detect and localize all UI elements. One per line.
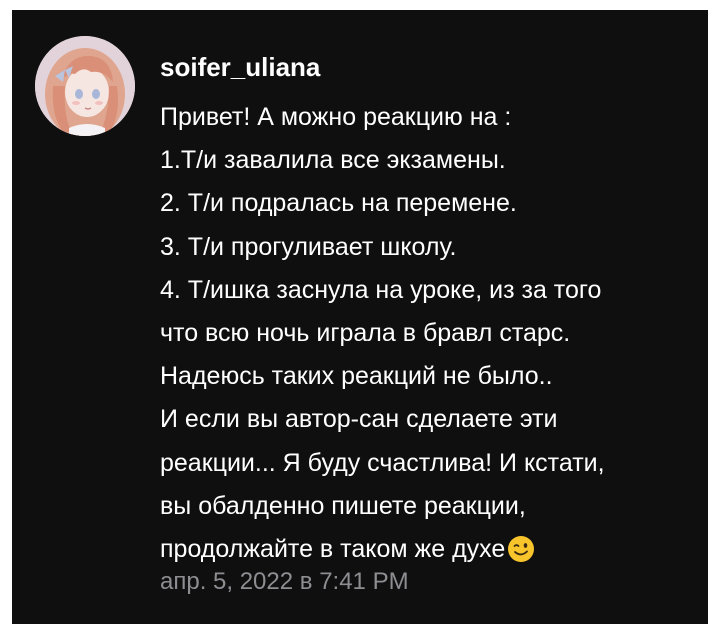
comment-card: soifer_uliana Привет! А можно реакцию на… xyxy=(12,10,708,624)
comment-timestamp: апр. 5, 2022 в 7:41 PM xyxy=(160,568,409,595)
comment-line: И если вы автор-сан сделаете эти xyxy=(160,405,558,434)
comment-line: 2. Т/и подралась на перемене. xyxy=(160,189,517,218)
comment-line: реакции... Я буду счастлива! И кстати, xyxy=(160,448,605,477)
comment-line: 1.Т/и завалила все экзамены. xyxy=(160,146,506,175)
winking-face-emoji-icon xyxy=(507,534,535,577)
user-avatar-icon[interactable] xyxy=(35,36,135,136)
comment-line: что всю ночь играла в бравл старс. xyxy=(160,319,571,348)
comment-line: вы обалденно пишете реакции, xyxy=(160,491,526,520)
comment-line: 4. Т/ишка заснула на уроке, из за того xyxy=(160,275,602,304)
comment-line-text: продолжайте в таком же духе xyxy=(160,535,506,564)
username[interactable]: soifer_uliana xyxy=(160,52,320,82)
comment-line: Привет! А можно реакцию на : xyxy=(160,103,512,131)
comment-line: 3. Т/и прогуливает школу. xyxy=(160,232,457,261)
comment-line: Надеюсь таких реакций не было.. xyxy=(160,362,553,391)
comment-text: Привет! А можно реакцию на : 1.Т/и завал… xyxy=(160,96,700,577)
